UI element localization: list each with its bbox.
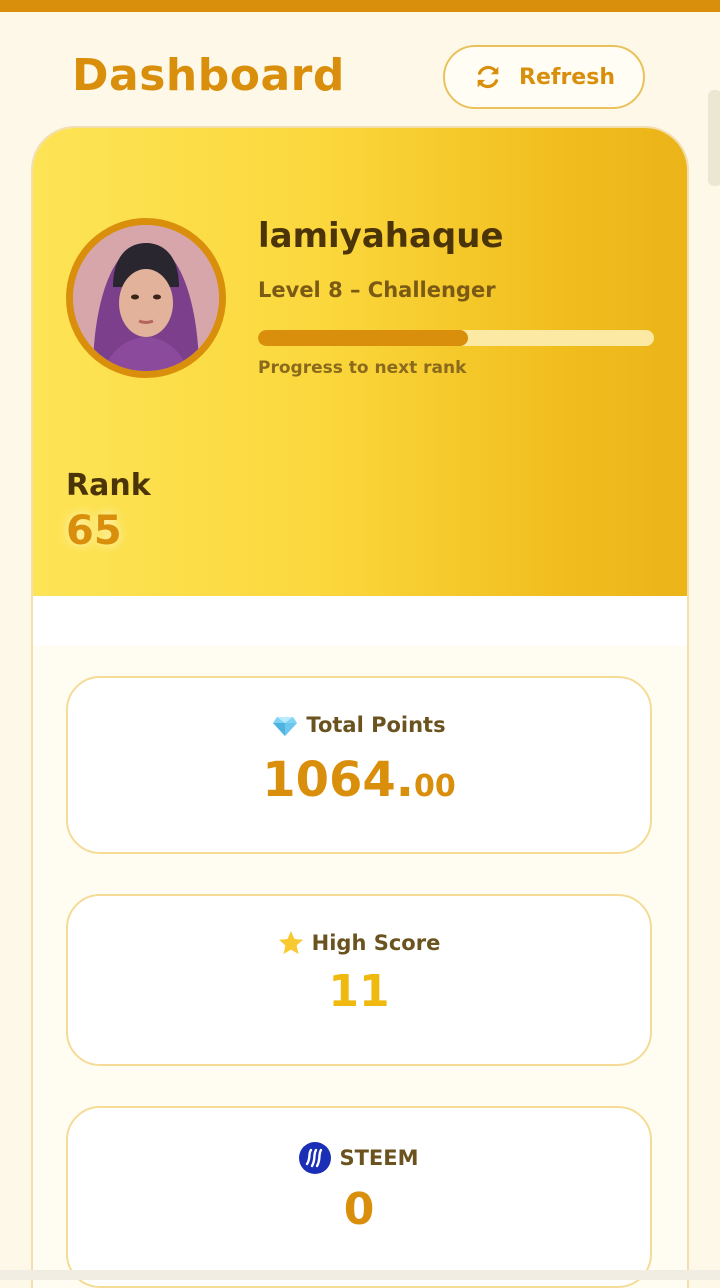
progress-label: Progress to next rank [258,358,467,378]
rank-progress-fill [258,330,468,346]
scrollbar-thumb[interactable] [708,90,720,186]
total-points-value: 1064.00 [68,752,650,808]
refresh-button[interactable]: Refresh [443,45,645,109]
rank-label: Rank [66,468,151,503]
high-score-card: High Score 11 [66,894,652,1066]
page-title: Dashboard [72,50,345,101]
total-points-card: Total Points 1064.00 [66,676,652,854]
profile-hero: lamiyahaque Level 8 – Challenger Progres… [33,128,687,596]
avatar [66,218,226,378]
top-accent-bar [0,0,720,12]
rank-progress-bar [258,330,654,346]
profile-card: lamiyahaque Level 8 – Challenger Progres… [33,128,687,1288]
rank-value: 65 [66,508,122,554]
level-text: Level 8 – Challenger [258,278,496,302]
bottom-edge [0,1270,720,1280]
refresh-button-label: Refresh [519,64,615,90]
steem-value: 0 [343,1184,375,1235]
high-score-label: High Score [311,931,441,955]
hero-divider [33,596,687,646]
steem-card: STEEM 0 [66,1106,652,1288]
star-icon [278,931,303,954]
steem-label: STEEM [339,1146,419,1170]
avatar-portrait [73,225,219,371]
total-points-decimal: 00 [414,769,456,804]
total-points-integer: 1064. [262,752,415,808]
high-score-value: 11 [328,966,390,1017]
username: lamiyahaque [258,216,504,256]
total-points-label: Total Points [306,713,446,737]
steem-icon [299,1142,332,1174]
gem-icon [273,717,298,736]
refresh-icon [477,65,499,89]
